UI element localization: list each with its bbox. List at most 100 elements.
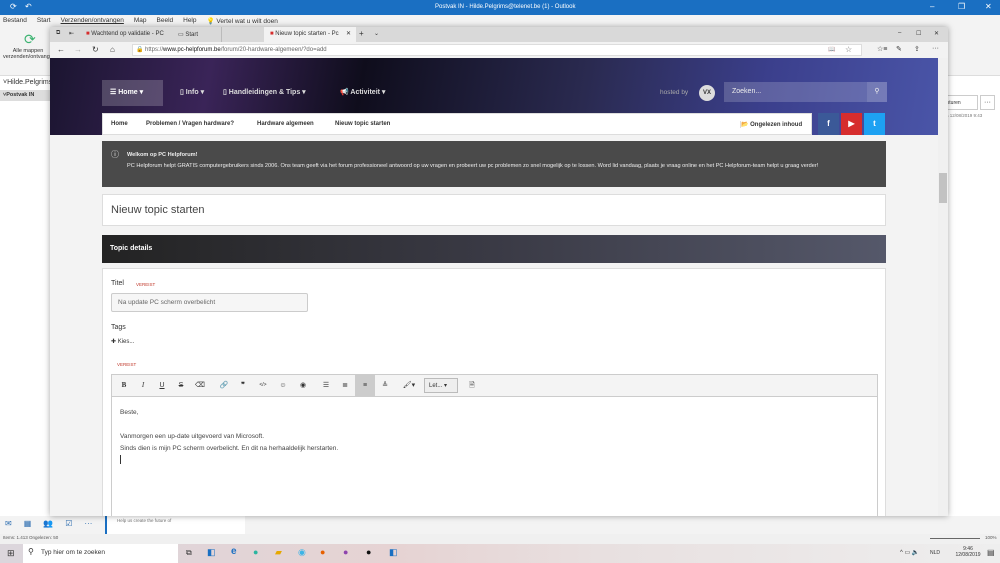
taskbar-search[interactable]: ⚲ Typ hier om te zoeken (23, 544, 178, 563)
bold-button[interactable]: B (114, 375, 134, 396)
nav-label: Activiteit (350, 89, 380, 96)
app-black-icon[interactable]: ● (366, 547, 371, 557)
menu-verzenden[interactable]: Verzenden/ontvangen (61, 17, 124, 26)
windows-start-icon[interactable]: ⊞ (7, 548, 15, 559)
scrollbar-thumb[interactable] (939, 173, 947, 203)
set-aside-icon[interactable]: ⇤ (69, 30, 74, 37)
home-icon[interactable]: ⌂ (110, 45, 115, 54)
page-scrollbar[interactable] (938, 58, 948, 516)
twitter-button[interactable]: t (864, 113, 885, 135)
title-input[interactable]: Na update PC scherm overbelicht (111, 293, 308, 312)
calendar-icon[interactable]: ▦ (24, 519, 32, 531)
tasks-icon[interactable]: ☑ (65, 519, 72, 531)
language[interactable]: NLD (930, 550, 940, 556)
lock-icon: 🔒 (136, 47, 144, 53)
nav-handleidingen[interactable]: ▯ Handleidingen & Tips ▾ (215, 80, 314, 106)
share-icon[interactable]: ⇪ (914, 45, 920, 53)
tab-list-chevron-icon[interactable]: ⌄ (374, 30, 379, 37)
post-editor[interactable]: Beste, Vanmorgen een up-date uitgevoerd … (111, 397, 878, 516)
forward-icon[interactable]: → (74, 45, 82, 54)
url-input[interactable]: 🔒 https://www.pc-helpforum.be/forum/20-ha… (132, 44, 862, 56)
menu-help[interactable]: Help (183, 17, 196, 26)
nav-home[interactable]: ☰ Home ▾ (102, 80, 163, 106)
underline-button[interactable]: U (152, 375, 172, 396)
preview-eye-icon[interactable]: ◉ (293, 375, 313, 396)
notes-icon[interactable]: ✎ (896, 45, 902, 53)
favorite-star-icon[interactable]: ☆ (845, 45, 852, 54)
emoji-icon[interactable]: ☺ (273, 375, 293, 396)
edge-minimize-button[interactable]: – (898, 30, 901, 36)
tab-start[interactable]: ▭ Start (172, 27, 264, 42)
crumb-home[interactable]: Home (111, 121, 128, 127)
menu-start[interactable]: Start (37, 17, 51, 26)
menu-map[interactable]: Map (134, 17, 147, 26)
facebook-button[interactable]: f (818, 113, 839, 135)
color-brush-icon[interactable]: 🖌▾ (399, 375, 419, 396)
tab-nieuw-topic[interactable]: ■ Nieuw topic starten - Pc (264, 27, 356, 42)
italic-button[interactable]: I (133, 375, 153, 396)
search-icon[interactable]: ⚲ (867, 82, 887, 102)
back-icon[interactable]: ← (57, 45, 65, 54)
site-search-input[interactable]: Zoeken... ⚲ (724, 82, 887, 102)
close-button[interactable]: ✕ (985, 2, 992, 11)
code-icon[interactable]: </> (253, 375, 273, 396)
sync-icon[interactable]: ⟳ (10, 2, 17, 11)
reading-view-icon[interactable]: 📖 (828, 46, 835, 53)
crumb-hardware[interactable]: Hardware algemeen (257, 121, 314, 127)
people-icon[interactable]: 👥 (43, 519, 53, 531)
edge-icon[interactable]: e (231, 546, 237, 557)
edge-maximize-button[interactable]: ☐ (916, 30, 921, 37)
crumb-problemen[interactable]: Problemen / Vragen hardware? (146, 121, 234, 127)
unread-content-link[interactable]: 📂 Ongelezen inhoud (740, 121, 802, 128)
ie-icon[interactable]: ◉ (298, 547, 306, 558)
outlook-running-icon[interactable]: ◧ (389, 547, 398, 558)
bullet-list-icon[interactable]: ☰ (316, 375, 336, 396)
taskbar: ⊞ ⚲ Typ hier om te zoeken ⧉ ◧ e ● ▰ ◉ ● ●… (0, 544, 1000, 563)
new-tab-button[interactable]: + (359, 29, 364, 38)
viber-icon[interactable]: ● (343, 547, 348, 557)
send-receive-all-button[interactable]: Alle mappen verzenden/ontvangen (3, 48, 56, 60)
youtube-button[interactable]: ▶ (841, 113, 862, 135)
undo-icon[interactable]: ↶ (25, 2, 32, 11)
tray-icons[interactable]: ^ ▭ 🔈 (900, 549, 919, 556)
eraser-icon[interactable]: ⌫ (190, 375, 210, 396)
settings-more-icon[interactable]: ··· (932, 45, 939, 52)
refresh-icon[interactable]: ↻ (92, 45, 99, 54)
url-domain: www.pc-helpforum.be (163, 47, 221, 53)
nav-info[interactable]: ▯ Info ▾ (172, 80, 212, 106)
mail-icon[interactable]: ✉ (5, 519, 12, 531)
message-preview[interactable]: Help us create the future of (105, 516, 245, 534)
outlook-icon[interactable]: ◧ (207, 547, 216, 558)
menu-bestand[interactable]: Bestand (3, 17, 27, 26)
clock[interactable]: 9:46 12/08/2019 (953, 546, 983, 558)
maximize-button[interactable]: ❐ (958, 2, 965, 11)
edge-close-button[interactable]: ✕ (934, 30, 939, 37)
tell-me[interactable]: 💡 Vertel wat u wilt doen (207, 17, 278, 26)
tab-preview-icon[interactable]: ⧉ (56, 30, 60, 37)
numbered-list-icon[interactable]: ≣ (335, 375, 355, 396)
vx-logo[interactable]: VX (699, 85, 715, 101)
quote-icon[interactable]: ❞ (233, 375, 253, 396)
explorer-icon[interactable]: ▰ (275, 547, 282, 558)
tags-choose-button[interactable]: ✚ Kies... (111, 338, 134, 345)
zoom-slider[interactable] (930, 538, 980, 539)
zoom-level: 100% (985, 535, 997, 540)
align-left-icon[interactable]: ≡ (355, 375, 375, 396)
minimize-button[interactable]: – (930, 2, 934, 11)
nav-activiteit[interactable]: 📢 Activiteit ▾ (332, 80, 393, 106)
source-icon[interactable]: 🗎 (462, 375, 482, 396)
notifications-icon[interactable]: ▤ (987, 548, 995, 557)
favorites-icon[interactable]: ☆≡ (877, 45, 887, 53)
topic-form: Titel VEREIST Na update PC scherm overbe… (102, 268, 886, 516)
tab-close-icon[interactable]: ✕ (346, 30, 351, 37)
app-v-icon[interactable]: ● (253, 547, 258, 557)
more-button[interactable]: ··· (980, 95, 995, 110)
link-icon[interactable]: 🔗 (214, 375, 234, 396)
font-select[interactable]: Let... ▾ (424, 378, 458, 393)
strikethrough-button[interactable]: S (171, 375, 191, 396)
align-center-icon[interactable]: ≜ (375, 375, 395, 396)
menu-beeld[interactable]: Beeld (157, 17, 174, 26)
more-icon[interactable]: ··· (84, 519, 92, 531)
task-view-icon[interactable]: ⧉ (186, 548, 192, 558)
firefox-icon[interactable]: ● (320, 547, 325, 557)
